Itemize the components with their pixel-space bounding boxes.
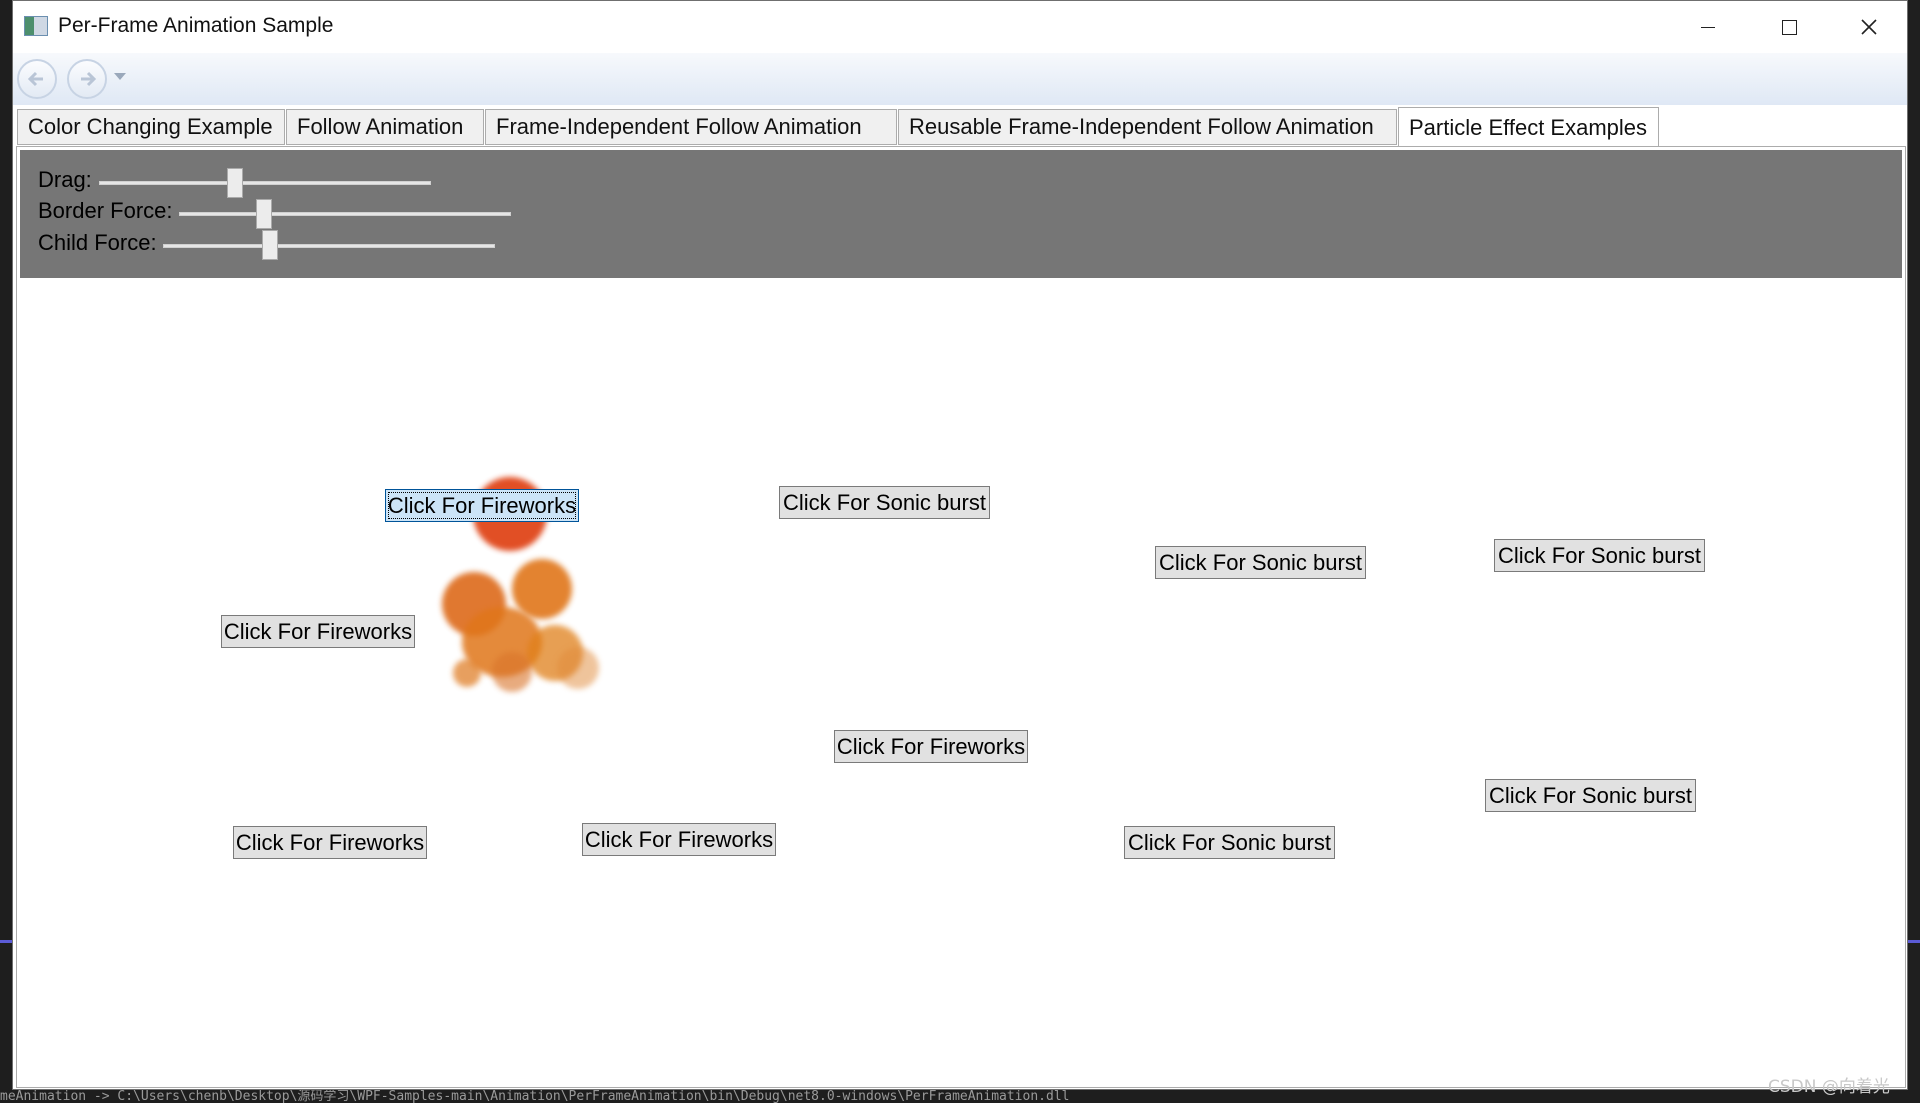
fireworks-button[interactable]: Click For Fireworks: [233, 826, 427, 859]
forward-button[interactable]: [67, 59, 107, 99]
particle-blob: [442, 572, 506, 636]
particle-blob: [527, 625, 583, 681]
drag-slider-track[interactable]: [99, 181, 431, 185]
window-title: Per-Frame Animation Sample: [58, 14, 334, 37]
back-button[interactable]: [17, 59, 57, 99]
close-icon: [1861, 19, 1877, 35]
sonic-burst-button[interactable]: Click For Sonic burst: [1494, 539, 1705, 572]
title-bar[interactable]: Per-Frame Animation Sample: [13, 1, 1907, 53]
tab-reusable-frame-independent[interactable]: Reusable Frame-Independent Follow Animat…: [898, 109, 1397, 145]
border-force-slider-track[interactable]: [179, 212, 511, 216]
back-arrow-icon: [27, 71, 43, 87]
background-accent-line-right: [1908, 940, 1920, 943]
child-force-label: Child Force:: [38, 230, 157, 255]
tab-frame-independent[interactable]: Frame-Independent Follow Animation: [485, 109, 897, 145]
particle-blob: [512, 559, 572, 619]
fireworks-button[interactable]: Click For Fireworks: [834, 730, 1028, 763]
child-force-slider-thumb[interactable]: [262, 230, 278, 260]
minimize-button[interactable]: [1678, 7, 1738, 47]
particle-blob: [453, 659, 481, 687]
sonic-burst-button[interactable]: Click For Sonic burst: [1485, 779, 1696, 812]
close-button[interactable]: [1839, 7, 1899, 47]
app-window: Per-Frame Animation Sample Color Changin…: [12, 0, 1908, 1090]
fireworks-button[interactable]: Click For Fireworks: [221, 615, 415, 648]
tab-color-changing[interactable]: Color Changing Example: [17, 109, 285, 145]
tab-content-particle-effects: Drag: Border Force: Child Force: Click F…: [16, 146, 1906, 1088]
maximize-icon: [1781, 19, 1797, 35]
fireworks-button[interactable]: Click For Fireworks: [385, 489, 579, 522]
navigation-bar: [13, 53, 1907, 105]
history-dropdown-icon[interactable]: [114, 73, 126, 80]
minimize-icon: [1701, 26, 1715, 28]
border-force-label: Border Force:: [38, 198, 173, 223]
forward-arrow-icon: [81, 71, 97, 87]
child-force-slider-track[interactable]: [163, 244, 495, 248]
watermark: CSDN @向着光: [1768, 1077, 1890, 1097]
particle-blob: [462, 607, 542, 677]
drag-slider-thumb[interactable]: [227, 168, 243, 198]
maximize-button[interactable]: [1759, 7, 1819, 47]
drag-label: Drag:: [38, 167, 92, 192]
sonic-burst-button[interactable]: Click For Sonic burst: [779, 486, 990, 519]
tab-strip: Color Changing Example Follow Animation …: [13, 107, 1907, 147]
sonic-burst-button[interactable]: Click For Sonic burst: [1155, 546, 1366, 579]
sonic-burst-button[interactable]: Click For Sonic burst: [1124, 826, 1335, 859]
particle-blob: [492, 652, 532, 692]
border-force-slider-thumb[interactable]: [256, 199, 272, 229]
tab-particle-effects[interactable]: Particle Effect Examples: [1398, 107, 1659, 147]
fireworks-button[interactable]: Click For Fireworks: [582, 823, 776, 856]
particle-blob: [557, 647, 599, 689]
tab-follow-animation[interactable]: Follow Animation: [286, 109, 484, 145]
background-terminal-line: meAnimation -> C:\Users\chenb\Desktop\源码…: [0, 1090, 1920, 1103]
controls-panel: Drag: Border Force: Child Force:: [20, 150, 1902, 278]
background-ide-strip: [1908, 0, 1920, 1103]
app-icon: [24, 16, 48, 36]
